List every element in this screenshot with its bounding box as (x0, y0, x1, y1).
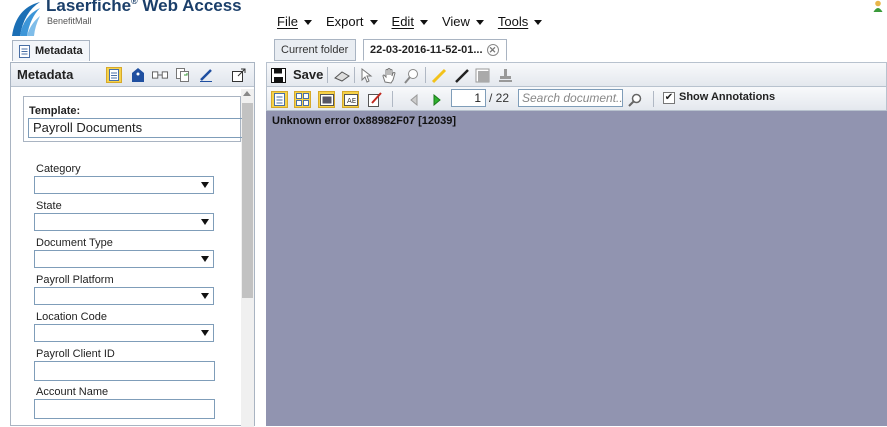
tab-metadata[interactable]: Metadata (12, 40, 90, 61)
document-icon (19, 44, 30, 58)
save-icon[interactable] (270, 67, 287, 84)
dropdown-arrow-icon (201, 293, 209, 299)
tab-current-folder[interactable]: Current folder (274, 39, 356, 61)
menu-tools[interactable]: Tools (497, 12, 543, 30)
dropdown-arrow-icon (201, 330, 209, 336)
field-label-document-type: Document Type (36, 237, 113, 249)
menu-edit-label: Edit (391, 13, 414, 29)
toolbar-separator (425, 67, 426, 83)
menu-export[interactable]: Export (326, 12, 378, 30)
template-label: Template: (29, 105, 81, 117)
logo-title: Laserfiche® Web Access (46, 0, 242, 16)
show-annotations-checkbox[interactable]: ✔ (663, 92, 675, 104)
logo-title-product: Web Access (142, 0, 242, 15)
image-view-icon[interactable] (318, 91, 335, 108)
page-toolbar: AE 1 / 22 Search document... ✔ Show Anno… (266, 87, 887, 111)
show-annotations-label: Show Annotations (679, 91, 776, 103)
state-select[interactable] (34, 213, 214, 231)
metadata-scroll-thumb[interactable] (242, 103, 253, 298)
thumbnails-icon[interactable] (271, 91, 288, 108)
tab-document-label: 22-03-2016-11-52-01... (370, 44, 483, 56)
app-logo: Laserfiche® Web Access BenefitMall (10, 0, 250, 36)
search-icon[interactable] (626, 91, 643, 108)
field-label-payroll-platform: Payroll Platform (36, 274, 114, 286)
scan-icon[interactable] (333, 67, 350, 84)
logo-subtitle: BenefitMall (47, 16, 92, 26)
menu-view-label: View (441, 13, 470, 29)
previous-page-icon[interactable] (405, 91, 422, 108)
template-section: Template: Payroll Documents (23, 96, 242, 142)
dropdown-arrow-icon (201, 219, 209, 225)
logo-title-brand: Laserfiche (46, 0, 132, 15)
chevron-down-icon (419, 19, 428, 25)
user-icon[interactable] (873, 0, 883, 12)
pencil-icon[interactable] (198, 67, 214, 83)
chevron-down-icon (369, 19, 378, 25)
metadata-panel-title: Metadata (17, 67, 74, 82)
text-view-icon[interactable]: AE (342, 91, 359, 108)
template-select[interactable]: Payroll Documents (28, 118, 242, 138)
page-number-input[interactable]: 1 (451, 89, 486, 107)
document-type-select[interactable] (34, 250, 214, 268)
chevron-down-icon (534, 19, 543, 25)
toolbar-separator (327, 67, 328, 83)
toolbar-separator (653, 91, 654, 107)
menu-export-label: Export (325, 13, 364, 29)
menu-file[interactable]: File (277, 12, 312, 30)
dropdown-arrow-icon (201, 182, 209, 188)
close-icon[interactable]: ✕ (486, 44, 499, 56)
menubar: File Export Edit View Tools (277, 12, 543, 30)
search-document-input[interactable]: Search document... (518, 89, 623, 107)
popout-icon[interactable] (231, 67, 247, 83)
scroll-up-icon[interactable] (243, 91, 251, 96)
metadata-panel: Metadata Template: Payroll Documents Cat… (10, 62, 255, 427)
links-icon[interactable] (152, 67, 168, 83)
menu-file-label: File (277, 13, 298, 29)
field-label-location-code: Location Code (36, 311, 107, 323)
pointer-icon[interactable] (358, 67, 375, 84)
save-button[interactable]: Save (293, 67, 323, 82)
page-total-label: / 22 (489, 91, 510, 105)
annotation-toolbar: Save (266, 62, 887, 87)
annotate-page-icon[interactable] (366, 91, 383, 108)
next-page-icon[interactable] (428, 91, 445, 108)
fields-icon[interactable] (106, 67, 122, 83)
dropdown-arrow-icon (201, 256, 209, 262)
menu-view[interactable]: View (442, 12, 484, 30)
stamp-icon[interactable] (497, 67, 514, 84)
tab-document[interactable]: 22-03-2016-11-52-01... ✕ (363, 39, 507, 61)
svg-text:AE: AE (347, 97, 356, 105)
laserfiche-logo-icon (12, 2, 40, 36)
pan-hand-icon[interactable] (380, 67, 397, 84)
payroll-platform-select[interactable] (34, 287, 214, 305)
highlighter-icon[interactable] (430, 67, 447, 84)
error-message: Unknown error 0x88982F07 [12039] (272, 115, 457, 127)
tab-metadata-label: Metadata (35, 45, 83, 57)
chevron-down-icon (475, 19, 484, 25)
redaction-icon[interactable] (474, 67, 491, 84)
chevron-down-icon (303, 19, 312, 25)
grid-view-icon[interactable] (294, 91, 311, 108)
menu-tools-label: Tools (497, 13, 529, 29)
payroll-client-id-input[interactable] (34, 361, 215, 381)
account-name-input[interactable] (34, 399, 215, 419)
field-label-account-name: Account Name (36, 386, 109, 398)
field-label-category: Category (36, 163, 81, 175)
menu-edit[interactable]: Edit (392, 12, 428, 30)
document-viewer: Unknown error 0x88982F07 [12039] (266, 111, 887, 426)
toolbar-separator (354, 67, 355, 83)
zoom-icon[interactable] (403, 67, 420, 84)
metadata-panel-header: Metadata (11, 63, 254, 87)
field-label-payroll-client-id: Payroll Client ID (36, 348, 115, 360)
field-label-state: State (36, 200, 62, 212)
versions-icon[interactable] (175, 67, 191, 83)
toolbar-separator (392, 91, 393, 107)
line-draw-icon[interactable] (453, 67, 470, 84)
category-select[interactable] (34, 176, 214, 194)
tags-icon[interactable] (130, 67, 146, 83)
tab-current-folder-label: Current folder (281, 44, 349, 56)
location-code-select[interactable] (34, 324, 214, 342)
